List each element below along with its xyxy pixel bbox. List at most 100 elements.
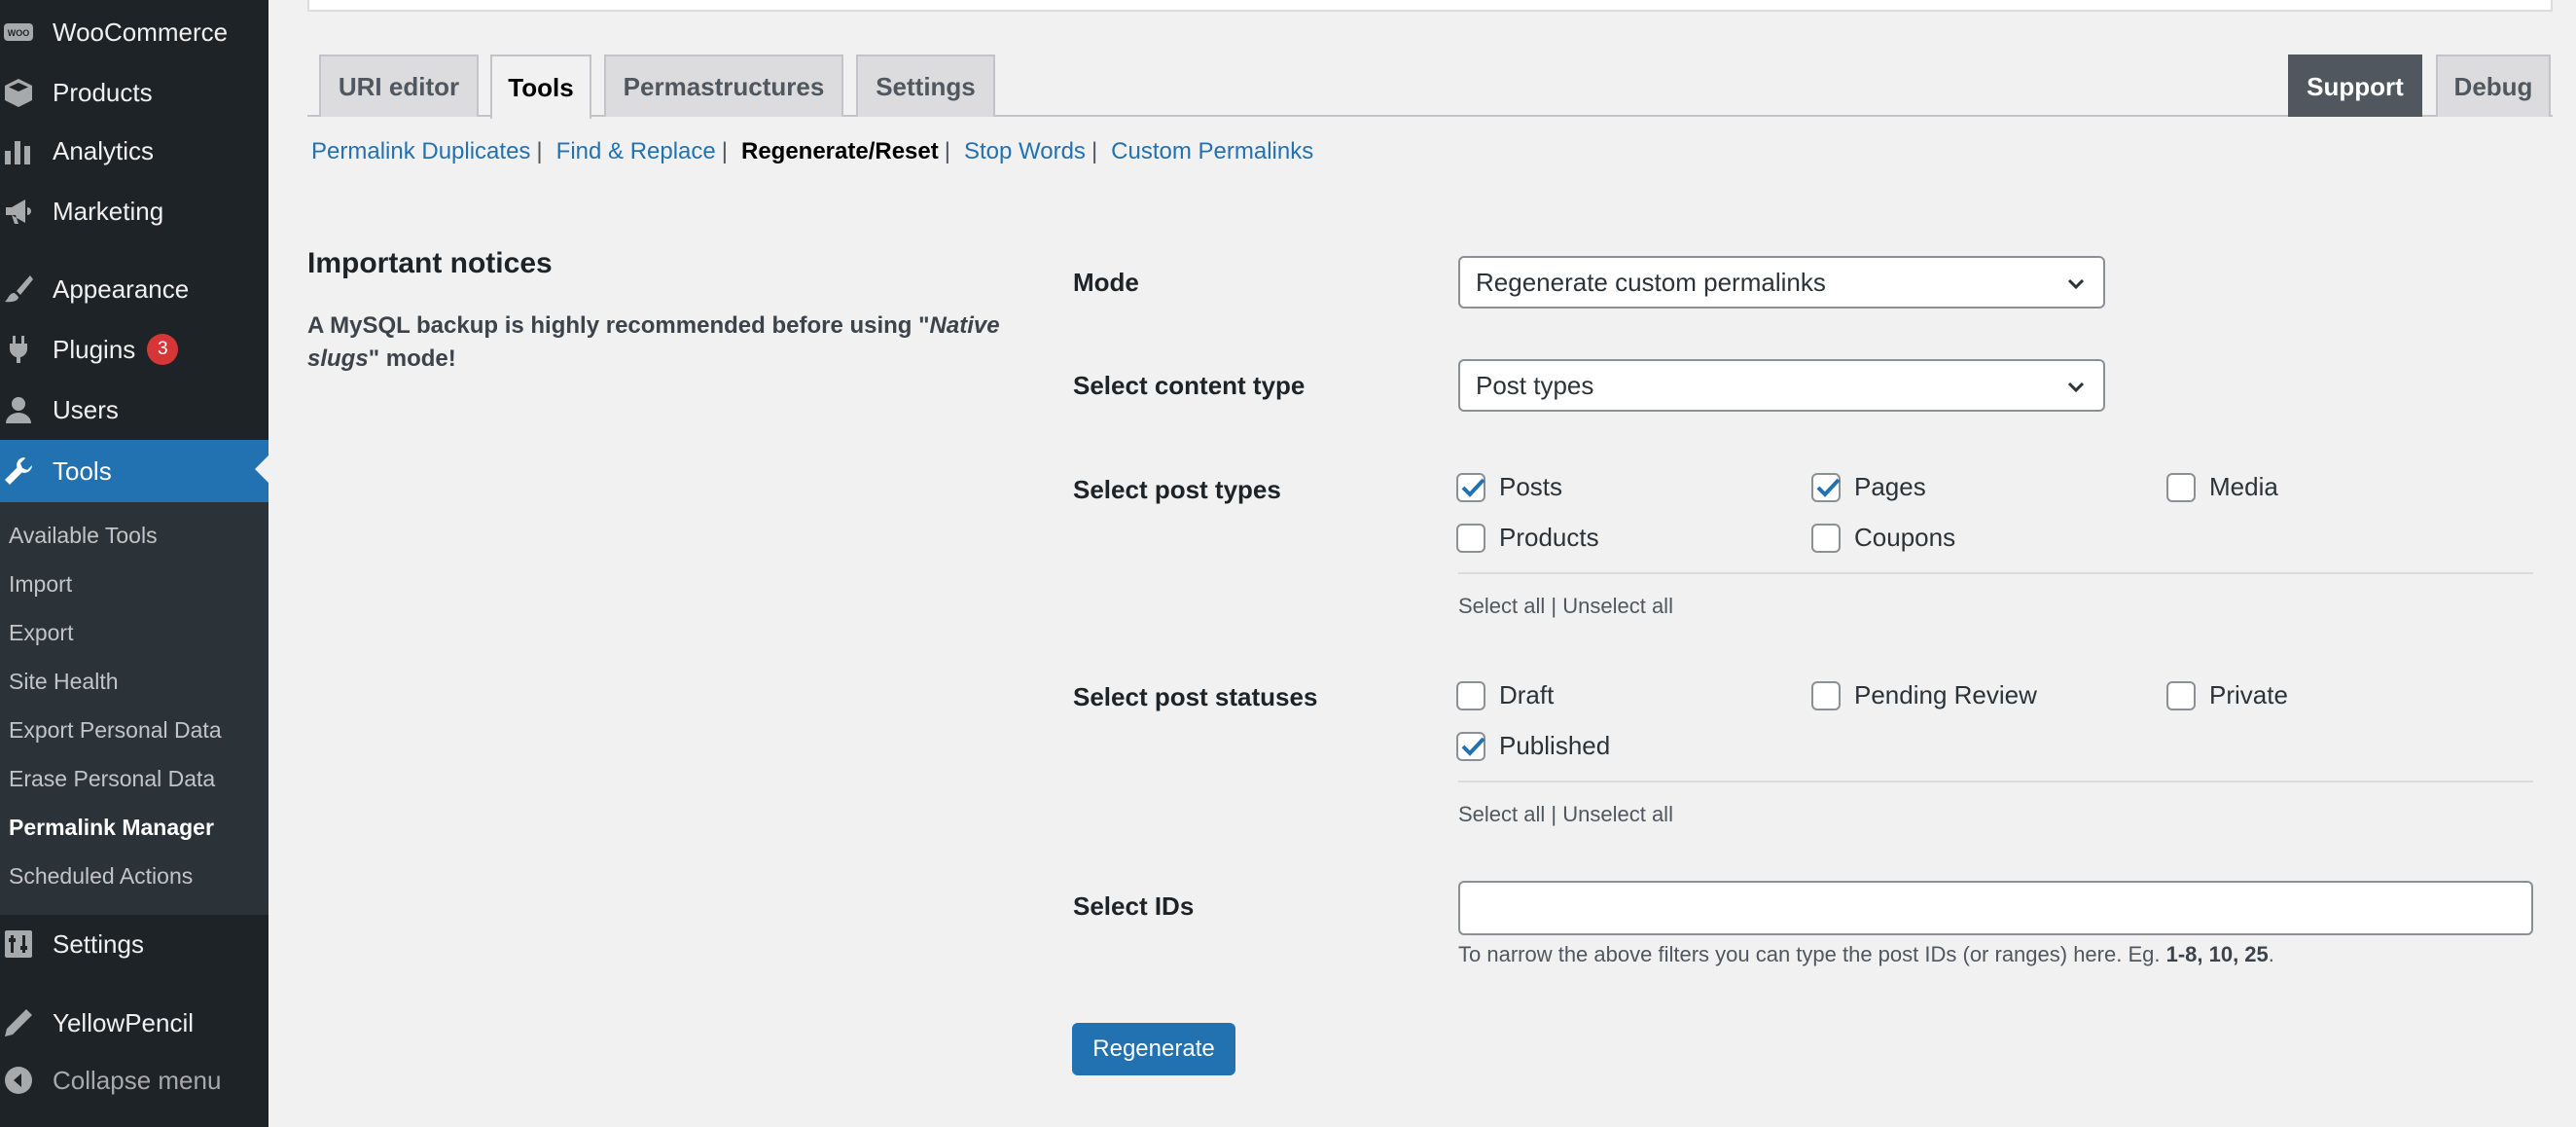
ids-input[interactable] <box>1458 881 2533 935</box>
subnav-permalink-duplicates[interactable]: Permalink Duplicates <box>311 138 530 165</box>
update-count-badge: 3 <box>147 334 179 365</box>
ids-help-text: To narrow the above filters you can type… <box>1458 942 2274 966</box>
checkbox[interactable] <box>1456 523 1485 553</box>
menu-label: Marketing <box>53 196 164 226</box>
menu-yellowpencil[interactable]: YellowPencil <box>0 994 268 1052</box>
mode-select[interactable]: Regenerate custom permalinks <box>1458 256 2105 309</box>
select-all-post-types[interactable]: Select all <box>1458 594 1545 618</box>
subnav-find-replace[interactable]: Find & Replace <box>556 138 716 165</box>
checkmark-icon <box>1461 478 1485 497</box>
submenu-permalink-manager[interactable]: Permalink Manager <box>9 803 214 852</box>
checkbox[interactable] <box>1456 731 1485 761</box>
menu-woocommerce[interactable]: WOO WooCommerce <box>0 3 268 61</box>
notices-title: Important notices <box>307 247 553 279</box>
tab-tools[interactable]: Tools <box>490 55 591 119</box>
post-statuses-label: Select post statuses <box>1073 682 1318 711</box>
checkbox-post-type-coupons[interactable]: Coupons <box>1811 523 1955 553</box>
post-statuses-select-links: Select all | Unselect all <box>1458 802 1673 826</box>
pencil-icon <box>2 1006 35 1039</box>
menu-products[interactable]: Products <box>0 63 268 122</box>
subnav-regenerate-reset[interactable]: Regenerate/Reset <box>741 138 939 165</box>
menu-label: Appearance <box>53 273 190 304</box>
wrench-icon <box>2 454 35 488</box>
checkbox[interactable] <box>2166 472 2196 502</box>
tools-subnav: Permalink Duplicates | Find & Replace | Re… <box>311 138 1314 165</box>
chevron-down-icon <box>2067 278 2085 290</box>
submenu-available-tools[interactable]: Available Tools <box>9 511 158 560</box>
menu-label: Tools <box>53 455 112 486</box>
plug-icon <box>2 333 35 366</box>
collapse-icon <box>2 1064 35 1097</box>
submenu-scheduled-actions[interactable]: Scheduled Actions <box>9 852 193 900</box>
menu-tools[interactable]: Tools <box>0 440 268 502</box>
tab-settings[interactable]: Settings <box>856 55 995 117</box>
subnav-stop-words[interactable]: Stop Words <box>964 138 1086 165</box>
menu-settings[interactable]: Settings <box>0 915 268 973</box>
menu-label: WooCommerce <box>53 17 229 47</box>
regenerate-button[interactable]: Regenerate <box>1072 1023 1235 1075</box>
checkbox[interactable] <box>1811 472 1841 502</box>
submenu-export[interactable]: Export <box>9 608 73 657</box>
divider <box>1458 781 2533 782</box>
menu-analytics[interactable]: Analytics <box>0 122 268 180</box>
subnav-custom-permalinks[interactable]: Custom Permalinks <box>1111 138 1313 165</box>
admin-sidebar: WOO WooCommerce Products Analytics Marke… <box>0 0 268 1127</box>
notices-text: A MySQL backup is highly recommended bef… <box>307 312 1000 372</box>
collapse-menu-button[interactable]: Collapse menu <box>0 1051 268 1109</box>
checkbox-status-draft[interactable]: Draft <box>1456 680 1554 710</box>
content-type-select[interactable]: Post types <box>1458 359 2105 412</box>
checkbox-post-type-posts[interactable]: Posts <box>1456 472 1562 502</box>
bar-chart-icon <box>2 134 35 167</box>
ids-label: Select IDs <box>1073 891 1195 921</box>
sliders-icon <box>2 927 35 961</box>
menu-plugins[interactable]: Plugins 3 <box>0 320 268 379</box>
checkbox-status-published[interactable]: Published <box>1456 731 1610 761</box>
woo-icon: WOO <box>2 16 35 49</box>
tab-debug[interactable]: Debug <box>2436 55 2551 117</box>
menu-label: Users <box>53 394 119 424</box>
tab-uri-editor[interactable]: URI editor <box>319 55 479 117</box>
svg-text:WOO: WOO <box>8 28 30 38</box>
tab-permastructures[interactable]: Permastructures <box>604 55 843 117</box>
menu-label: Settings <box>53 928 144 959</box>
menu-label: Plugins <box>53 334 136 364</box>
checkbox-status-pending-review[interactable]: Pending Review <box>1811 680 2037 710</box>
box-icon <box>2 76 35 109</box>
post-types-select-links: Select all | Unselect all <box>1458 594 1673 618</box>
checkbox-post-type-products[interactable]: Products <box>1456 523 1599 553</box>
menu-label: YellowPencil <box>53 1007 195 1037</box>
submenu-export-personal-data[interactable]: Export Personal Data <box>9 706 222 754</box>
checkbox[interactable] <box>1811 523 1841 553</box>
checkbox[interactable] <box>1456 472 1485 502</box>
menu-appearance[interactable]: Appearance <box>0 260 268 318</box>
divider <box>1458 572 2533 574</box>
menu-users[interactable]: Users <box>0 381 268 439</box>
checkbox[interactable] <box>1811 680 1841 710</box>
checkbox-status-private[interactable]: Private <box>2166 680 2288 710</box>
unselect-all-post-types[interactable]: Unselect all <box>1562 594 1673 618</box>
chevron-down-icon <box>2067 382 2085 393</box>
user-icon <box>2 393 35 426</box>
submenu-erase-personal-data[interactable]: Erase Personal Data <box>9 754 215 803</box>
unselect-all-post-statuses[interactable]: Unselect all <box>1562 802 1673 826</box>
checkbox-post-type-pages[interactable]: Pages <box>1811 472 1926 502</box>
checkbox[interactable] <box>1456 680 1485 710</box>
post-types-label: Select post types <box>1073 475 1281 504</box>
content-type-label: Select content type <box>1073 371 1306 400</box>
checkbox[interactable] <box>2166 680 2196 710</box>
mode-label: Mode <box>1073 268 1139 297</box>
submenu-import[interactable]: Import <box>9 560 72 608</box>
mode-select-value: Regenerate custom permalinks <box>1476 267 1826 297</box>
top-card <box>307 0 2553 12</box>
menu-marketing[interactable]: Marketing <box>0 182 268 240</box>
checkmark-icon <box>1816 478 1841 497</box>
menu-label: Collapse menu <box>53 1065 222 1095</box>
tab-support[interactable]: Support <box>2288 55 2422 117</box>
content-type-select-value: Post types <box>1476 370 1594 400</box>
megaphone-icon <box>2 195 35 228</box>
paintbrush-icon <box>2 273 35 306</box>
select-all-post-statuses[interactable]: Select all <box>1458 802 1545 826</box>
checkbox-post-type-media[interactable]: Media <box>2166 472 2278 502</box>
current-menu-arrow <box>255 455 268 483</box>
submenu-site-health[interactable]: Site Health <box>9 657 119 706</box>
